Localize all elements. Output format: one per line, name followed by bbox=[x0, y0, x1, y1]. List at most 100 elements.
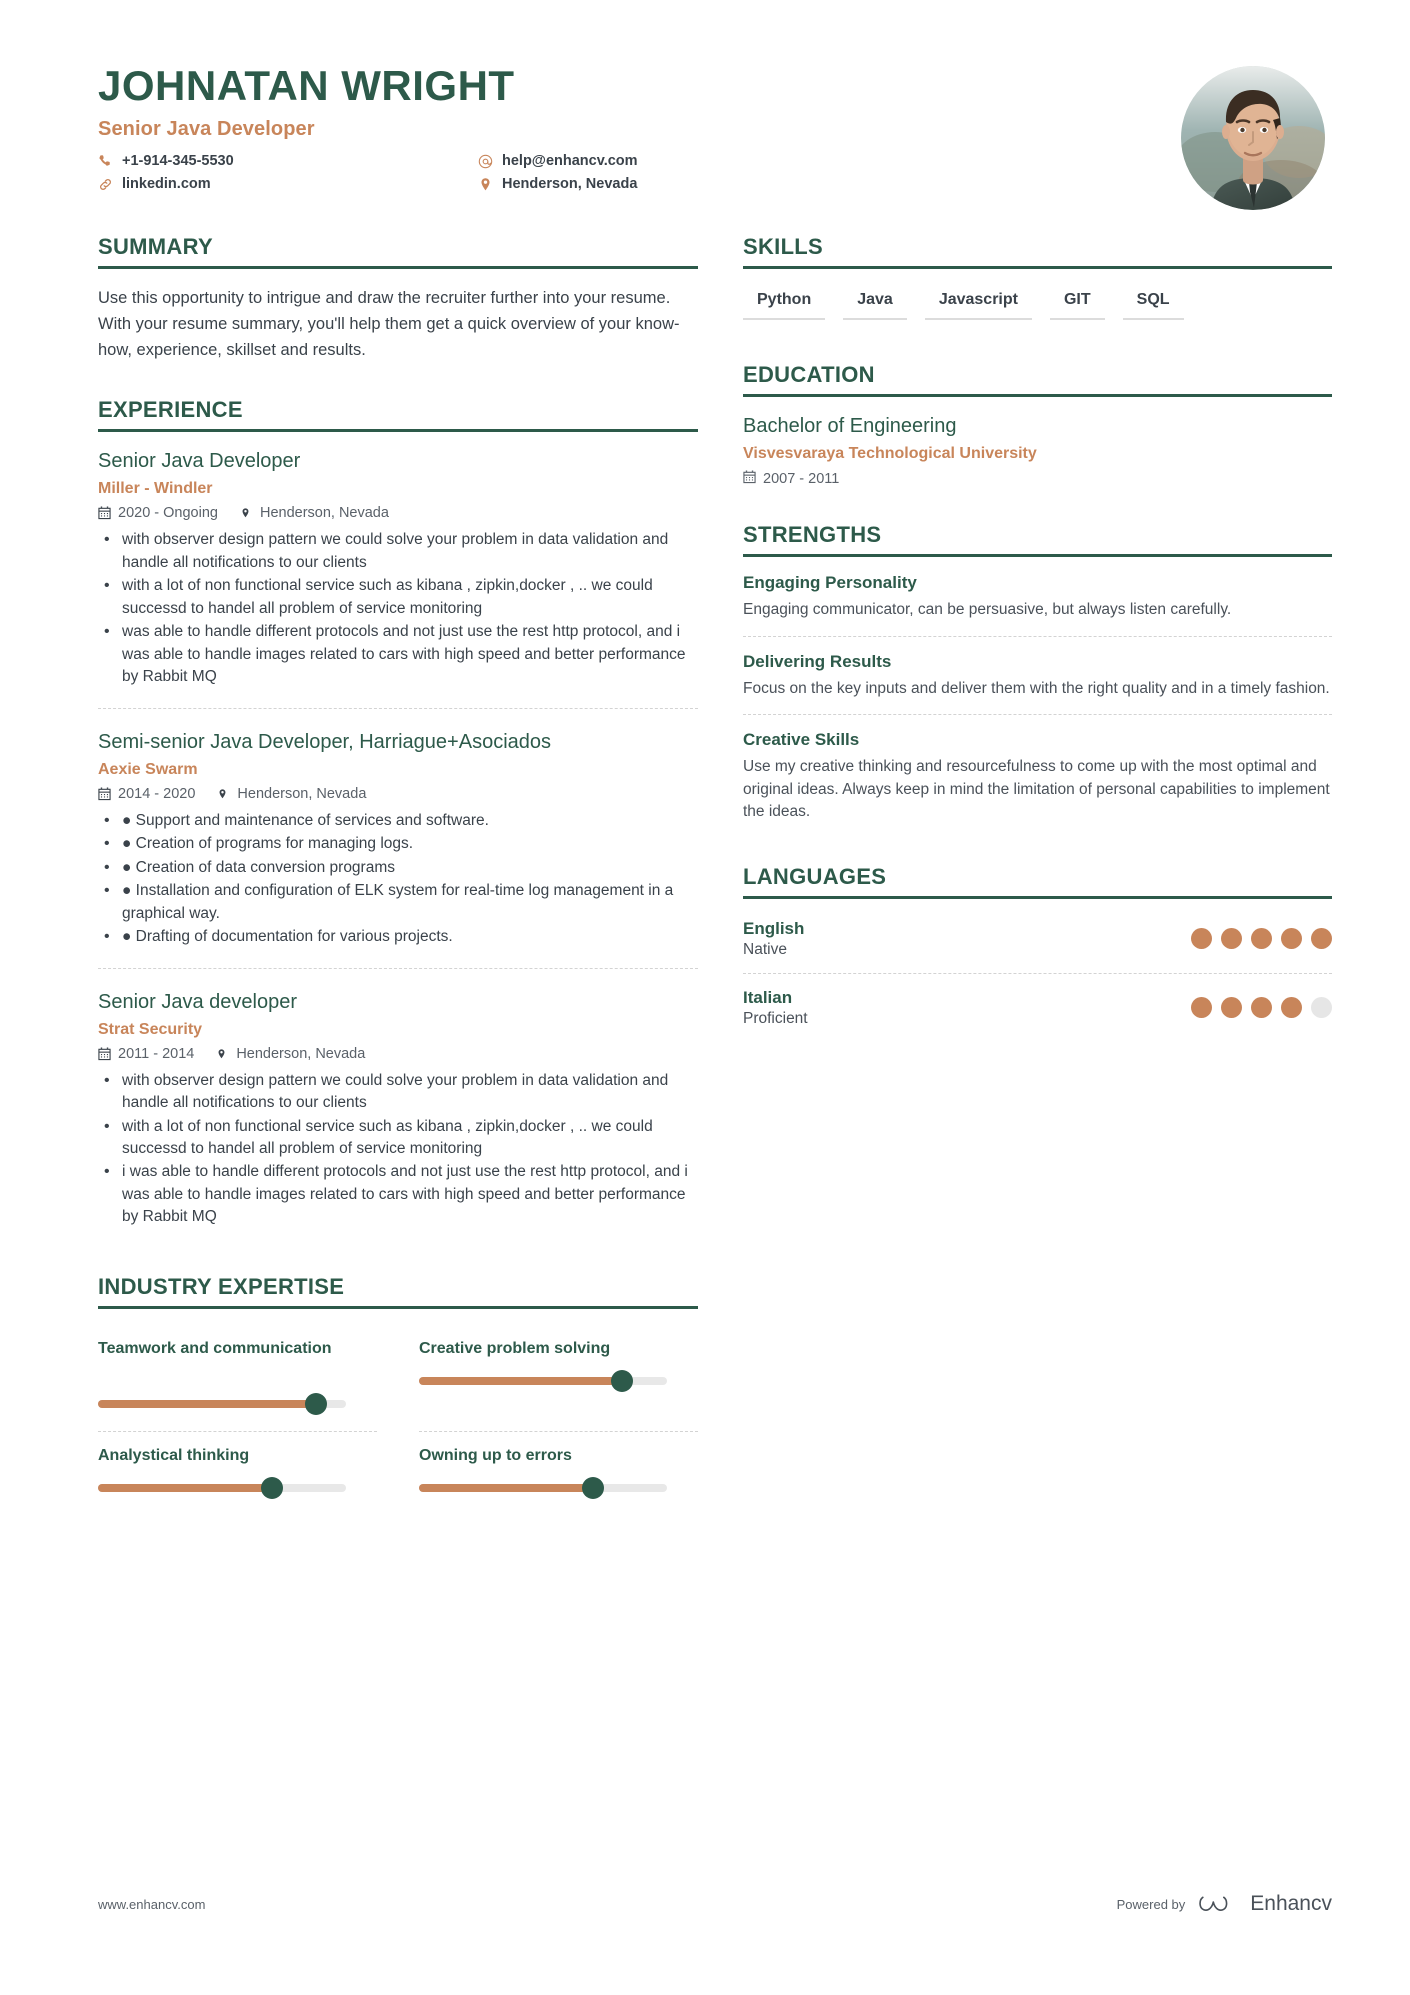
skill-chip[interactable]: GIT bbox=[1049, 285, 1105, 321]
experience-company: Aexie Swarm bbox=[98, 760, 198, 778]
experience-meta: 2014 - 2020 Henderson, Nevada bbox=[98, 786, 698, 802]
list-item: with observer design pattern we could so… bbox=[98, 1069, 698, 1115]
education-heading: EDUCATION bbox=[743, 362, 875, 388]
experience-item: Senior Java developer Strat Security 201… bbox=[98, 967, 698, 1248]
footer-website[interactable]: www.enhancv.com bbox=[98, 1897, 205, 1912]
expertise-label: Teamwork and communication bbox=[98, 1339, 332, 1357]
page-footer: www.enhancv.com Powered by Enhancv bbox=[98, 1891, 1332, 1917]
experience-dates: 2011 - 2014 bbox=[98, 1046, 194, 1062]
language-item: English Native bbox=[743, 915, 1332, 973]
summary-heading: SUMMARY bbox=[98, 234, 213, 260]
languages-divider bbox=[743, 895, 1332, 899]
experience-dates-text: 2020 - Ongoing bbox=[118, 505, 218, 522]
language-info: English Native bbox=[743, 919, 804, 959]
list-item: i was able to handle different protocols… bbox=[98, 1160, 698, 1228]
calendar-icon bbox=[98, 1047, 111, 1061]
section-education: EDUCATION Bachelor of Engineering Visves… bbox=[743, 362, 1332, 488]
language-name: English bbox=[743, 918, 805, 938]
contact-email-text: help@enhancv.com bbox=[502, 153, 638, 170]
rating-dot bbox=[1311, 928, 1332, 950]
strengths-divider bbox=[743, 554, 1332, 558]
slider-fill bbox=[419, 1483, 593, 1492]
experience-location: Henderson, Nevada bbox=[217, 786, 366, 802]
contact-phone[interactable]: +1-914-345-5530 bbox=[98, 153, 478, 169]
rating-dot bbox=[1191, 928, 1212, 950]
experience-bullets: with observer design pattern we could so… bbox=[98, 1069, 698, 1229]
skill-chip[interactable]: Java bbox=[843, 285, 907, 321]
enhancv-wordmark: Enhancv bbox=[1250, 1892, 1332, 1915]
experience-meta: 2020 - Ongoing Henderson, Nevada bbox=[98, 505, 698, 521]
footer-branding: Powered by Enhancv bbox=[1117, 1891, 1332, 1917]
expertise-slider[interactable] bbox=[419, 1369, 667, 1392]
slider-knob[interactable] bbox=[611, 1369, 634, 1392]
strength-item: Creative Skills Use my creative thinking… bbox=[743, 714, 1332, 837]
column-gap bbox=[698, 234, 743, 1515]
expertise-slider[interactable] bbox=[98, 1476, 346, 1499]
email-icon bbox=[478, 154, 493, 169]
page-title: JOHNATAN WRIGHT bbox=[98, 62, 515, 109]
section-experience: EXPERIENCE Senior Java Developer Miller … bbox=[98, 397, 698, 1247]
experience-company: Miller - Windler bbox=[98, 480, 213, 498]
section-industry-expertise: INDUSTRY EXPERTISE Teamwork and communic… bbox=[98, 1274, 698, 1515]
experience-dates-text: 2011 - 2014 bbox=[118, 1045, 195, 1062]
industry-expertise-heading: INDUSTRY EXPERTISE bbox=[98, 1273, 345, 1299]
experience-meta: 2011 - 2014 Henderson, Nevada bbox=[98, 1046, 698, 1062]
list-item: with observer design pattern we could so… bbox=[98, 528, 698, 574]
job-title: Senior Java Developer bbox=[98, 118, 315, 141]
contact-details: +1-914-345-5530 help@enhancv.com linkedi… bbox=[98, 153, 1332, 192]
experience-item: Semi-senior Java Developer, Harriague+As… bbox=[98, 707, 698, 968]
experience-role: Senior Java Developer bbox=[98, 450, 301, 473]
experience-location-text: Henderson, Nevada bbox=[237, 785, 367, 802]
slider-fill bbox=[419, 1376, 623, 1385]
education-dates-text: 2007 - 2011 bbox=[763, 471, 840, 488]
rating-dot bbox=[1311, 997, 1332, 1019]
rating-dot bbox=[1281, 997, 1302, 1019]
skills-heading: SKILLS bbox=[743, 234, 824, 260]
slider-knob[interactable] bbox=[305, 1392, 328, 1415]
skill-chip[interactable]: SQL bbox=[1122, 285, 1184, 321]
enhancv-logo: Enhancv bbox=[1199, 1891, 1332, 1917]
experience-location-text: Henderson, Nevada bbox=[259, 505, 389, 522]
expertise-label: Creative problem solving bbox=[419, 1339, 611, 1357]
resume-header: JOHNATAN WRIGHT Senior Java Developer +1… bbox=[0, 0, 1410, 210]
contact-link[interactable]: linkedin.com bbox=[98, 176, 478, 192]
list-item: ● Creation of data conversion programs bbox=[98, 856, 698, 880]
slider-fill bbox=[98, 1483, 272, 1492]
expertise-slider[interactable] bbox=[419, 1476, 667, 1499]
experience-location: Henderson, Nevada bbox=[240, 505, 389, 521]
strength-description: Focus on the key inputs and deliver them… bbox=[743, 679, 1330, 697]
rating-dot bbox=[1251, 997, 1272, 1019]
left-column: SUMMARY Use this opportunity to intrigue… bbox=[98, 234, 698, 1515]
language-rating bbox=[1191, 997, 1332, 1019]
slider-fill bbox=[98, 1399, 317, 1408]
experience-item: Senior Java Developer Miller - Windler 2… bbox=[98, 448, 698, 707]
strength-description: Use my creative thinking and resourceful… bbox=[743, 758, 1330, 821]
language-rating bbox=[1191, 928, 1332, 950]
experience-location: Henderson, Nevada bbox=[216, 1046, 365, 1062]
experience-heading: EXPERIENCE bbox=[98, 397, 243, 423]
strength-title: Creative Skills bbox=[743, 730, 860, 750]
expertise-slider[interactable] bbox=[98, 1392, 346, 1415]
slider-knob[interactable] bbox=[581, 1476, 604, 1499]
language-item: Italian Proficient bbox=[743, 972, 1332, 1042]
avatar bbox=[1181, 66, 1325, 210]
skill-chip[interactable]: Python bbox=[743, 285, 826, 321]
expertise-item: Creative problem solving bbox=[419, 1325, 698, 1431]
location-icon bbox=[216, 1047, 229, 1061]
industry-expertise-grid: Analystical thinking Owning up to errors bbox=[98, 1430, 698, 1515]
contact-link-text: linkedin.com bbox=[122, 176, 211, 193]
slider-knob[interactable] bbox=[260, 1476, 283, 1499]
skill-chip[interactable]: Javascript bbox=[924, 285, 1032, 321]
experience-location-text: Henderson, Nevada bbox=[236, 1045, 366, 1062]
list-item: with a lot of non functional service suc… bbox=[98, 1115, 698, 1161]
education-dates: 2007 - 2011 bbox=[743, 470, 1332, 488]
rating-dot bbox=[1191, 997, 1212, 1019]
languages-heading: LANGUAGES bbox=[743, 863, 887, 889]
expertise-item: Analystical thinking bbox=[98, 1430, 377, 1515]
language-level: Proficient bbox=[743, 1009, 808, 1027]
